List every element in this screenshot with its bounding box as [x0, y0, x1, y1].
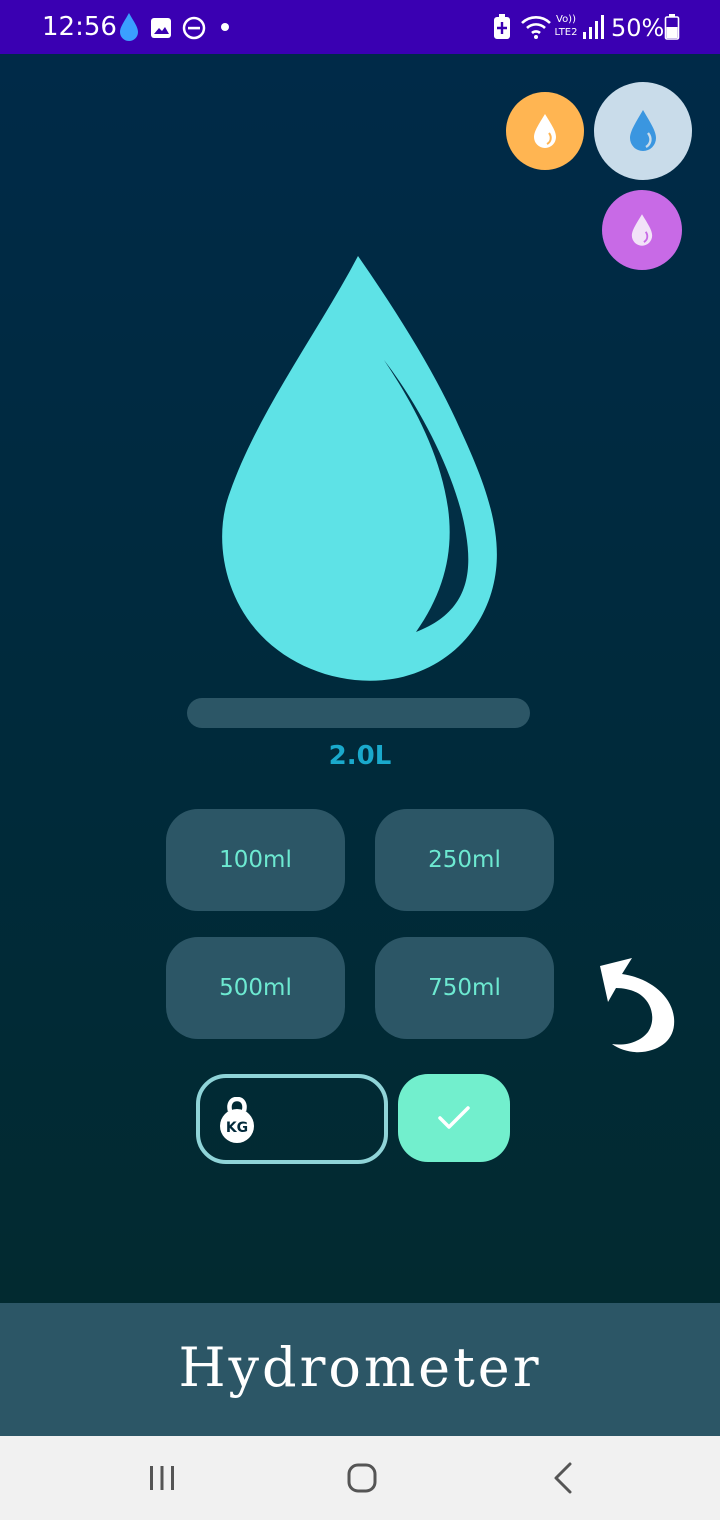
image-icon [151, 18, 171, 38]
back-icon[interactable] [544, 1458, 584, 1498]
theme-orange-button[interactable] [506, 92, 584, 170]
theme-purple-button[interactable] [602, 190, 682, 270]
battery-percent: 50% [611, 14, 665, 42]
water-drop-icon [630, 110, 656, 151]
add-100ml-button[interactable]: 100ml [166, 809, 345, 911]
water-drop-icon [222, 256, 497, 681]
app-screen: 12:56 Vo)) LTE2 50% 2.0L 100ml 250ml 500… [0, 0, 720, 1520]
kg-label: KG [226, 1120, 248, 1136]
water-drop-icon [631, 214, 653, 246]
add-500ml-button[interactable]: 500ml [166, 937, 345, 1039]
weight-input-field[interactable]: KG [196, 1074, 388, 1164]
network-label: Vo)) LTE2 [554, 14, 578, 38]
intake-value: 2.0L [328, 741, 392, 771]
add-750ml-button[interactable]: 750ml [375, 937, 554, 1039]
signal-icon [583, 15, 604, 39]
water-drop-icon [120, 13, 138, 41]
theme-blue-button[interactable] [594, 82, 692, 180]
navigation-bar [0, 1436, 720, 1520]
home-icon[interactable] [342, 1458, 382, 1498]
main-content: 2.0L 100ml 250ml 500ml 750ml KG [0, 54, 720, 1303]
battery-saver-icon [494, 14, 510, 39]
dot-icon [221, 23, 229, 31]
app-footer: Hydrometer [0, 1303, 720, 1436]
add-250ml-button[interactable]: 250ml [375, 809, 554, 911]
confirm-button[interactable] [398, 1074, 510, 1162]
water-drop-icon [534, 114, 556, 148]
kettlebell-kg-icon: KG [220, 1097, 254, 1143]
wifi-icon [521, 16, 551, 39]
battery-icon [664, 14, 680, 40]
undo-icon[interactable] [592, 952, 682, 1056]
app-name: Hydrometer [178, 1336, 542, 1399]
checkmark-icon [438, 1106, 470, 1129]
weight-input[interactable] [264, 1094, 378, 1146]
status-bar: 12:56 Vo)) LTE2 50% [0, 0, 720, 54]
recent-apps-icon[interactable] [142, 1458, 182, 1498]
water-progress-bar [187, 698, 530, 728]
status-time: 12:56 [42, 12, 117, 42]
do-not-disturb-icon [182, 16, 206, 40]
